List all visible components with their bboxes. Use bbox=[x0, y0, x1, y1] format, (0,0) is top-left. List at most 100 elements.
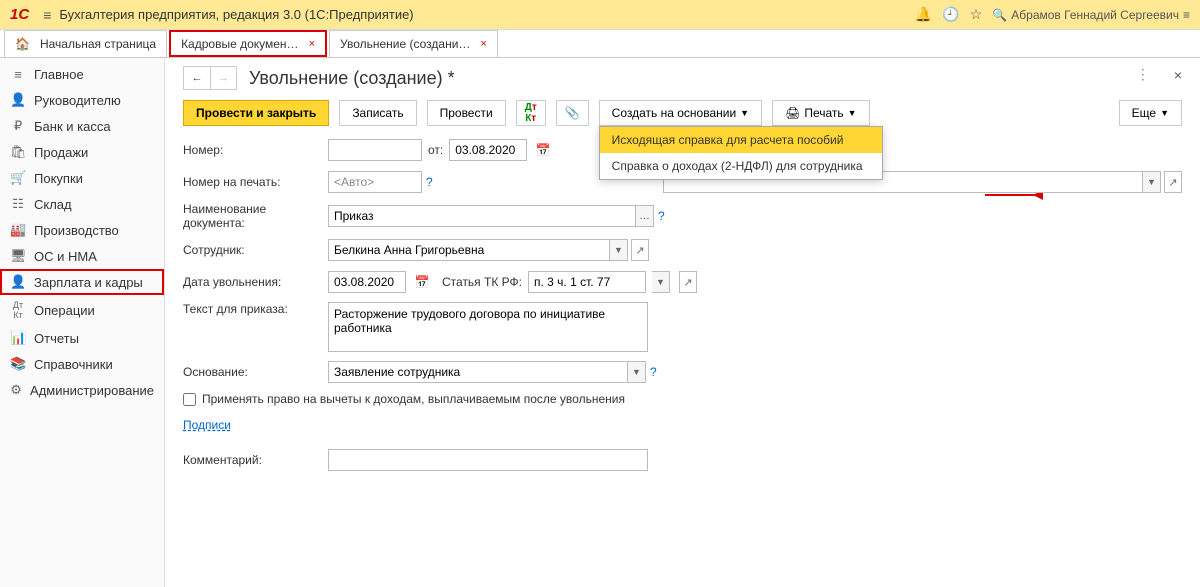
open-icon[interactable]: ↗ bbox=[631, 239, 649, 261]
tab-hr-docs[interactable]: Кадровые докумен… × bbox=[169, 30, 327, 57]
calendar-icon[interactable]: 📅 bbox=[533, 139, 553, 161]
comment-input[interactable] bbox=[328, 449, 648, 471]
history-icon[interactable]: 🕘 bbox=[942, 6, 959, 23]
user-name: Абрамов Геннадий Сергеевич bbox=[1011, 8, 1179, 22]
label-doc-name: Наименование документа: bbox=[183, 202, 328, 230]
logo-1c: 1C bbox=[10, 6, 29, 23]
gear-icon: ⚙ bbox=[10, 382, 22, 398]
sidebar-item-operations[interactable]: ДтКтОперации bbox=[0, 295, 164, 325]
chevron-down-icon: ▼ bbox=[740, 108, 749, 118]
tab-hr-label: Кадровые докумен… bbox=[181, 37, 299, 51]
hint-icon[interactable]: ? bbox=[658, 209, 665, 223]
sidebar-item-sales[interactable]: 🛍Продажи bbox=[0, 139, 164, 165]
user-menu-icon: ≡ bbox=[1183, 8, 1190, 22]
label-print-number: Номер на печать: bbox=[183, 175, 328, 189]
dropdown-icon[interactable]: ▼ bbox=[1143, 171, 1161, 193]
sidebar-item-warehouse[interactable]: ☷Склад bbox=[0, 191, 164, 217]
nav-back-button[interactable]: ← bbox=[184, 67, 210, 89]
more-button[interactable]: Еще ▼ bbox=[1119, 100, 1182, 126]
manager-icon: 👤 bbox=[10, 92, 26, 108]
close-icon[interactable]: × bbox=[480, 38, 486, 50]
books-icon: 📚 bbox=[10, 356, 26, 372]
sidebar: ≡Главное 👤Руководителю ₽Банк и касса 🛍Пр… bbox=[0, 58, 165, 587]
clip-icon: 📎 bbox=[565, 106, 580, 120]
sidebar-item-admin[interactable]: ⚙Администрирование bbox=[0, 377, 164, 403]
sidebar-item-main[interactable]: ≡Главное bbox=[0, 62, 164, 87]
dtkt-button[interactable]: ДтКт bbox=[516, 100, 546, 126]
sidebar-item-catalogs[interactable]: 📚Справочники bbox=[0, 351, 164, 377]
sidebar-item-reports[interactable]: 📊Отчеты bbox=[0, 325, 164, 351]
attach-button[interactable]: 📎 bbox=[556, 100, 589, 126]
app-header: 1C ≡ Бухгалтерия предприятия, редакция 3… bbox=[0, 0, 1200, 30]
ellipsis-icon[interactable]: … bbox=[636, 205, 654, 227]
printer-icon: 🖨 bbox=[785, 106, 800, 120]
label-comment: Комментарий: bbox=[183, 453, 328, 467]
hint-icon[interactable]: ? bbox=[426, 175, 433, 189]
dropdown-icon[interactable]: ▼ bbox=[652, 271, 670, 293]
row-dismiss-date: Дата увольнения: 📅 Статья ТК РФ: ▼ ↗ bbox=[183, 270, 1182, 294]
create-based-menu: Исходящая справка для расчета пособий Сп… bbox=[599, 126, 883, 180]
close-icon[interactable]: × bbox=[309, 38, 315, 50]
record-button[interactable]: Записать bbox=[339, 100, 416, 126]
sidebar-item-production[interactable]: 🏭Производство bbox=[0, 217, 164, 243]
vdots-icon[interactable]: ⋮ bbox=[1136, 66, 1150, 83]
tab-dismissal[interactable]: Увольнение (создани… × bbox=[329, 30, 498, 57]
tab-dismissal-label: Увольнение (создани… bbox=[340, 37, 470, 51]
signatures-link[interactable]: Подписи bbox=[183, 418, 231, 432]
post-close-button[interactable]: Провести и закрыть bbox=[183, 100, 329, 126]
label-employee: Сотрудник: bbox=[183, 243, 328, 257]
close-page-icon[interactable]: × bbox=[1174, 67, 1182, 83]
sidebar-item-manager[interactable]: 👤Руководителю bbox=[0, 87, 164, 113]
employee-input[interactable] bbox=[328, 239, 610, 261]
user-block[interactable]: 🔍 Абрамов Геннадий Сергеевич ≡ bbox=[992, 8, 1190, 22]
sidebar-item-assets[interactable]: 🖥ОС и НМА bbox=[0, 243, 164, 269]
checkbox-label: Применять право на вычеты к доходам, вып… bbox=[202, 392, 625, 406]
number-input[interactable] bbox=[328, 139, 422, 161]
sidebar-item-hr[interactable]: 👤Зарплата и кадры bbox=[0, 269, 164, 295]
dropdown-icon[interactable]: ▼ bbox=[628, 361, 646, 383]
tabs-bar: 🏠 Начальная страница Кадровые докумен… ×… bbox=[0, 30, 1200, 58]
print-number-input[interactable] bbox=[328, 171, 422, 193]
tk-input[interactable] bbox=[528, 271, 646, 293]
tab-home-label: Начальная страница bbox=[40, 37, 156, 51]
sidebar-item-bank[interactable]: ₽Банк и касса bbox=[0, 113, 164, 139]
content-area: ⋮ × ← → Увольнение (создание) * Провести… bbox=[165, 58, 1200, 587]
row-order-text: Текст для приказа: bbox=[183, 302, 1182, 352]
open-icon[interactable]: ↗ bbox=[1164, 171, 1182, 193]
menu-icon[interactable]: ≡ bbox=[43, 7, 51, 23]
chevron-down-icon: ▼ bbox=[848, 108, 857, 118]
create-based-button[interactable]: Создать на основании ▼ bbox=[599, 100, 762, 126]
basis-input[interactable] bbox=[328, 361, 628, 383]
calendar-icon[interactable]: 📅 bbox=[412, 271, 432, 293]
order-text-input[interactable] bbox=[328, 302, 648, 352]
star-icon[interactable]: ☆ bbox=[970, 6, 983, 23]
hint-icon[interactable]: ? bbox=[650, 365, 657, 379]
dismiss-date-input[interactable] bbox=[328, 271, 406, 293]
factory-icon: 🏭 bbox=[10, 222, 26, 238]
bell-icon[interactable]: 🔔 bbox=[915, 6, 932, 23]
toolbar: Провести и закрыть Записать Провести ДтК… bbox=[183, 100, 1182, 126]
date-input[interactable] bbox=[449, 139, 527, 161]
label-tk: Статья ТК РФ: bbox=[442, 275, 522, 289]
home-icon: 🏠 bbox=[15, 37, 30, 51]
row-basis: Основание: ▼ ? bbox=[183, 360, 1182, 384]
row-deduction-checkbox: Применять право на вычеты к доходам, вып… bbox=[183, 392, 1182, 406]
chart-icon: 📊 bbox=[10, 330, 26, 346]
menu-item-income-cert[interactable]: Справка о доходах (2-НДФЛ) для сотрудник… bbox=[600, 153, 882, 179]
bag-icon: 🛍 bbox=[10, 144, 26, 160]
nav-arrows: ← → bbox=[183, 66, 237, 90]
doc-name-input[interactable] bbox=[328, 205, 636, 227]
row-comment: Комментарий: bbox=[183, 448, 1182, 472]
open-icon[interactable]: ↗ bbox=[679, 271, 697, 293]
post-button[interactable]: Провести bbox=[427, 100, 506, 126]
menu-item-outgoing-cert[interactable]: Исходящая справка для расчета пособий bbox=[600, 127, 882, 153]
print-button[interactable]: 🖨 Печать ▼ bbox=[772, 100, 869, 126]
tab-home[interactable]: 🏠 Начальная страница bbox=[4, 30, 167, 57]
nav-forward-button[interactable]: → bbox=[210, 67, 236, 89]
page-title: Увольнение (создание) * bbox=[249, 68, 455, 89]
lines-icon: ≡ bbox=[10, 67, 26, 82]
row-doc-name: Наименование документа: … ? bbox=[183, 202, 1182, 230]
deduction-checkbox[interactable] bbox=[183, 393, 196, 406]
sidebar-item-purchases[interactable]: 🛒Покупки bbox=[0, 165, 164, 191]
dropdown-icon[interactable]: ▼ bbox=[610, 239, 628, 261]
